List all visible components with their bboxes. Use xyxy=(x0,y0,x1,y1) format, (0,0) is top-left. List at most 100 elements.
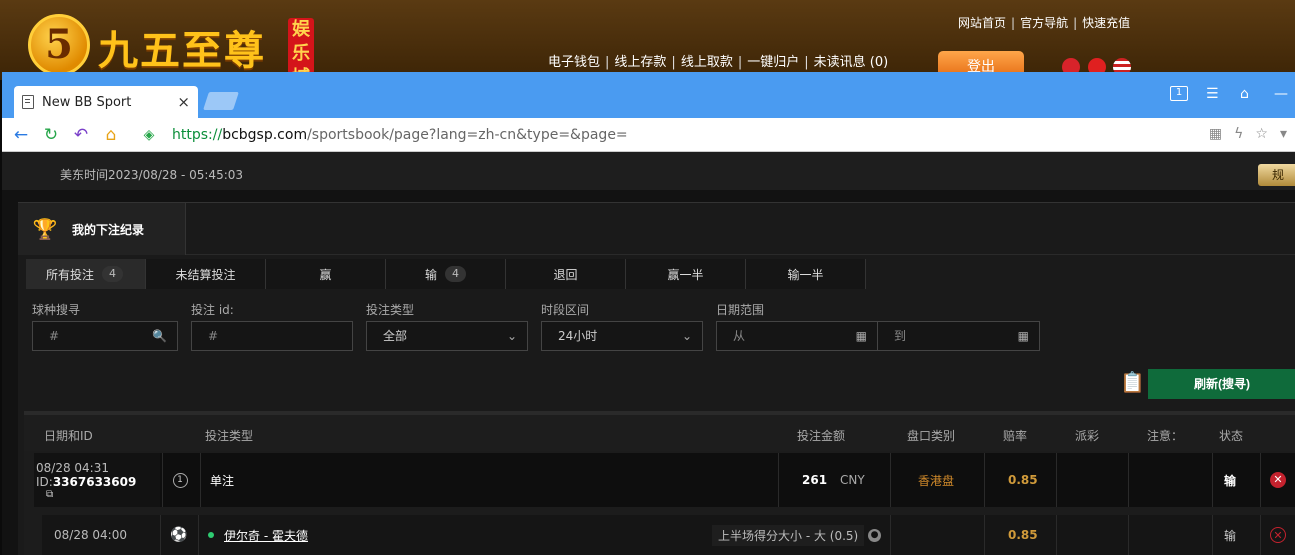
minimize-icon[interactable]: — xyxy=(1274,86,1288,102)
address-bar: ← ↻ ↶ ⌂ ◈ https://bcbgsp.com/sportsbook/… xyxy=(2,118,1295,152)
secure-shield-icon[interactable]: ◈ xyxy=(138,124,160,146)
date-range-label: 日期范围 xyxy=(716,303,765,317)
search-icon[interactable]: 🔍 xyxy=(152,322,167,350)
tab-half-win[interactable]: 赢一半 xyxy=(626,259,746,289)
refresh-icon[interactable]: ↻ xyxy=(40,124,62,146)
sport-search-input[interactable]: # 🔍 xyxy=(32,321,178,351)
undo-icon[interactable]: ↶ xyxy=(70,124,92,146)
site-logo-badge: 娱乐城 xyxy=(288,18,314,74)
bet-type-select[interactable]: 全部 ⌄ xyxy=(366,321,528,351)
header-amount: 投注金额 xyxy=(797,429,846,443)
refresh-row: 📋 刷新(搜寻) xyxy=(1120,369,1295,399)
calendar-icon[interactable]: ▦ xyxy=(1018,322,1029,350)
header-bet-type: 投注类型 xyxy=(205,429,254,443)
info-icon[interactable]: 1 xyxy=(172,472,188,488)
copy-icon[interactable]: ⧉ xyxy=(46,489,53,500)
time-bar: 美东时间2023/08/28 - 05:45:03 xyxy=(2,152,1295,190)
window-badge-icon[interactable]: 1 xyxy=(1170,86,1188,101)
tab-all-bets[interactable]: 所有投注 4 xyxy=(26,259,146,289)
account-links: 电子钱包 | 线上存款 | 线上取款 | 一键归户 | 未读讯息 (0) xyxy=(548,55,889,70)
header-odds: 赔率 xyxy=(1003,429,1028,443)
chevron-down-icon: ⌄ xyxy=(681,329,692,343)
user-icon[interactable]: ● xyxy=(868,528,881,542)
sub-datetime: 08/28 04:00 xyxy=(54,528,127,542)
sportsbook-page: 美东时间2023/08/28 - 05:45:03 规 🏆 我的下注纪录 所有投… xyxy=(2,152,1295,555)
site-logo-text: 九五至尊 xyxy=(98,27,266,74)
result-filter-tabs: 所有投注 4 未结算投注 赢 输4 退回 赢一半 输一半 xyxy=(26,259,866,289)
home-icon[interactable]: ⌂ xyxy=(100,124,122,146)
link-quick-deposit[interactable]: 快速充值 xyxy=(1082,16,1130,30)
tab-half-lose[interactable]: 输一半 xyxy=(746,259,866,289)
menu-icon[interactable]: ☰ xyxy=(1206,86,1219,102)
date-from-input[interactable]: 从 ▦ xyxy=(716,321,878,351)
clipboard-icon[interactable]: 📋 xyxy=(1120,369,1145,395)
sub-status-cell: 输 xyxy=(1224,528,1237,543)
close-tab-icon[interactable]: × xyxy=(177,93,190,111)
link-wallet[interactable]: 电子钱包 xyxy=(548,55,600,70)
site-logo-icon[interactable]: 5 xyxy=(28,14,90,76)
odds-type-cell: 香港盘 xyxy=(918,473,955,488)
link-home[interactable]: 网站首页 xyxy=(958,16,1006,30)
star-icon[interactable]: ☆ xyxy=(1255,126,1268,142)
bet-datetime: 08/28 04:31 xyxy=(36,460,109,475)
chevron-down-icon[interactable]: ▾ xyxy=(1280,126,1287,142)
filter-row: 球种搜寻 # 🔍 投注 id: # 投注类型 全部 ⌄ 时段区间 24小时 ⌄ 日期范… xyxy=(32,301,1042,351)
table-row[interactable]: 08/28 04:31 ID:3367633609 ⧉ 1 单注 261 CNY… xyxy=(34,453,1295,507)
table-sub-row[interactable]: 08/28 04:00 ⚽ 伊尔奇 - 霍夫德 上半场得分大小 - 大 (0.5… xyxy=(42,515,1295,555)
back-icon[interactable]: ← xyxy=(10,124,32,146)
tab-lose[interactable]: 输4 xyxy=(386,259,506,289)
tab-unsettled[interactable]: 未结算投注 xyxy=(146,259,266,289)
skin-icon[interactable]: ⌂ xyxy=(1240,86,1249,102)
link-official-nav[interactable]: 官方导航 xyxy=(1020,16,1068,30)
tab-win[interactable]: 赢 xyxy=(266,259,386,289)
trophy-icon: 🏆 xyxy=(32,217,58,241)
odds-cell: 0.85 xyxy=(1008,473,1038,487)
calendar-icon[interactable]: ▦ xyxy=(856,322,867,350)
refresh-search-button[interactable]: 刷新(搜寻) xyxy=(1148,369,1295,399)
panel-title: 我的下注纪录 xyxy=(72,222,145,237)
close-circle-icon[interactable]: ✕ xyxy=(1270,472,1286,488)
tab-refund[interactable]: 退回 xyxy=(506,259,626,289)
bet-id: 3367633609 xyxy=(52,474,137,489)
new-tab-button[interactable] xyxy=(203,92,239,110)
match-link[interactable]: 伊尔奇 - 霍夫德 xyxy=(224,527,308,544)
tab-bar: New BB Sport × 1 ☰ ⌂ — xyxy=(2,72,1295,118)
bet-type-label: 投注类型 xyxy=(366,303,415,317)
us-east-time: 美东时间2023/08/28 - 05:45:03 xyxy=(60,168,244,182)
url-field[interactable]: https://bcbgsp.com/sportsbook/page?lang=… xyxy=(172,127,628,143)
table-header: 日期和ID 投注类型 投注金额 盘口类别 赔率 派彩 注意： 状态 xyxy=(24,415,1295,451)
sub-odds-cell: 0.85 xyxy=(1008,528,1038,542)
top-links: 网站首页 | 官方导航 | 快速充值 xyxy=(958,16,1131,30)
link-one-click-transfer[interactable]: 一键归户 xyxy=(747,55,799,70)
link-online-deposit[interactable]: 线上存款 xyxy=(614,55,666,70)
panel-header: 🏆 我的下注纪录 xyxy=(18,203,1295,255)
link-unread-messages[interactable]: 未读讯息 (0) xyxy=(814,55,889,70)
tab-new-bb-sport[interactable]: New BB Sport × xyxy=(14,86,198,118)
bet-id-label: 投注 id: xyxy=(191,303,234,317)
tab-my-bets[interactable]: 🏆 我的下注纪录 xyxy=(18,203,186,255)
header-payout: 派彩 xyxy=(1075,429,1100,443)
sport-search-label: 球种搜寻 xyxy=(32,303,81,317)
header-status: 状态 xyxy=(1219,429,1244,443)
tab-title: New BB Sport xyxy=(42,94,132,110)
page-icon xyxy=(22,95,34,109)
link-online-withdraw[interactable]: 线上取款 xyxy=(681,55,733,70)
live-dot-icon xyxy=(208,532,214,538)
bet-id-input[interactable]: # xyxy=(191,321,353,351)
bet-table: 日期和ID 投注类型 投注金额 盘口类别 赔率 派彩 注意： 状态 08/28 … xyxy=(24,411,1295,555)
lightning-icon[interactable]: ϟ xyxy=(1234,126,1243,142)
chevron-down-icon: ⌄ xyxy=(506,329,517,343)
header-note: 注意： xyxy=(1147,429,1184,443)
close-circle-outline-icon[interactable]: ✕ xyxy=(1270,527,1286,543)
time-range-label: 时段区间 xyxy=(541,303,590,317)
rules-button[interactable]: 规 xyxy=(1258,164,1295,186)
browser-window: New BB Sport × 1 ☰ ⌂ — ← ↻ ↶ ⌂ ◈ https:/… xyxy=(2,72,1295,555)
time-range-select[interactable]: 24小时 ⌄ xyxy=(541,321,703,351)
soccer-ball-icon: ⚽ xyxy=(170,527,188,543)
bet-type-cell: 单注 xyxy=(210,473,235,488)
qr-code-icon[interactable]: ▦ xyxy=(1209,126,1222,142)
date-to-input[interactable]: 到 ▦ xyxy=(878,321,1040,351)
site-header: 5 九五至尊 娱乐城 网站首页|官方导航|快速充值 电子钱包|线上存款|线上取款… xyxy=(0,0,1295,80)
market-label: 上半场得分大小 - 大 (0.5) xyxy=(712,524,865,546)
count-badge: 4 xyxy=(102,266,124,282)
